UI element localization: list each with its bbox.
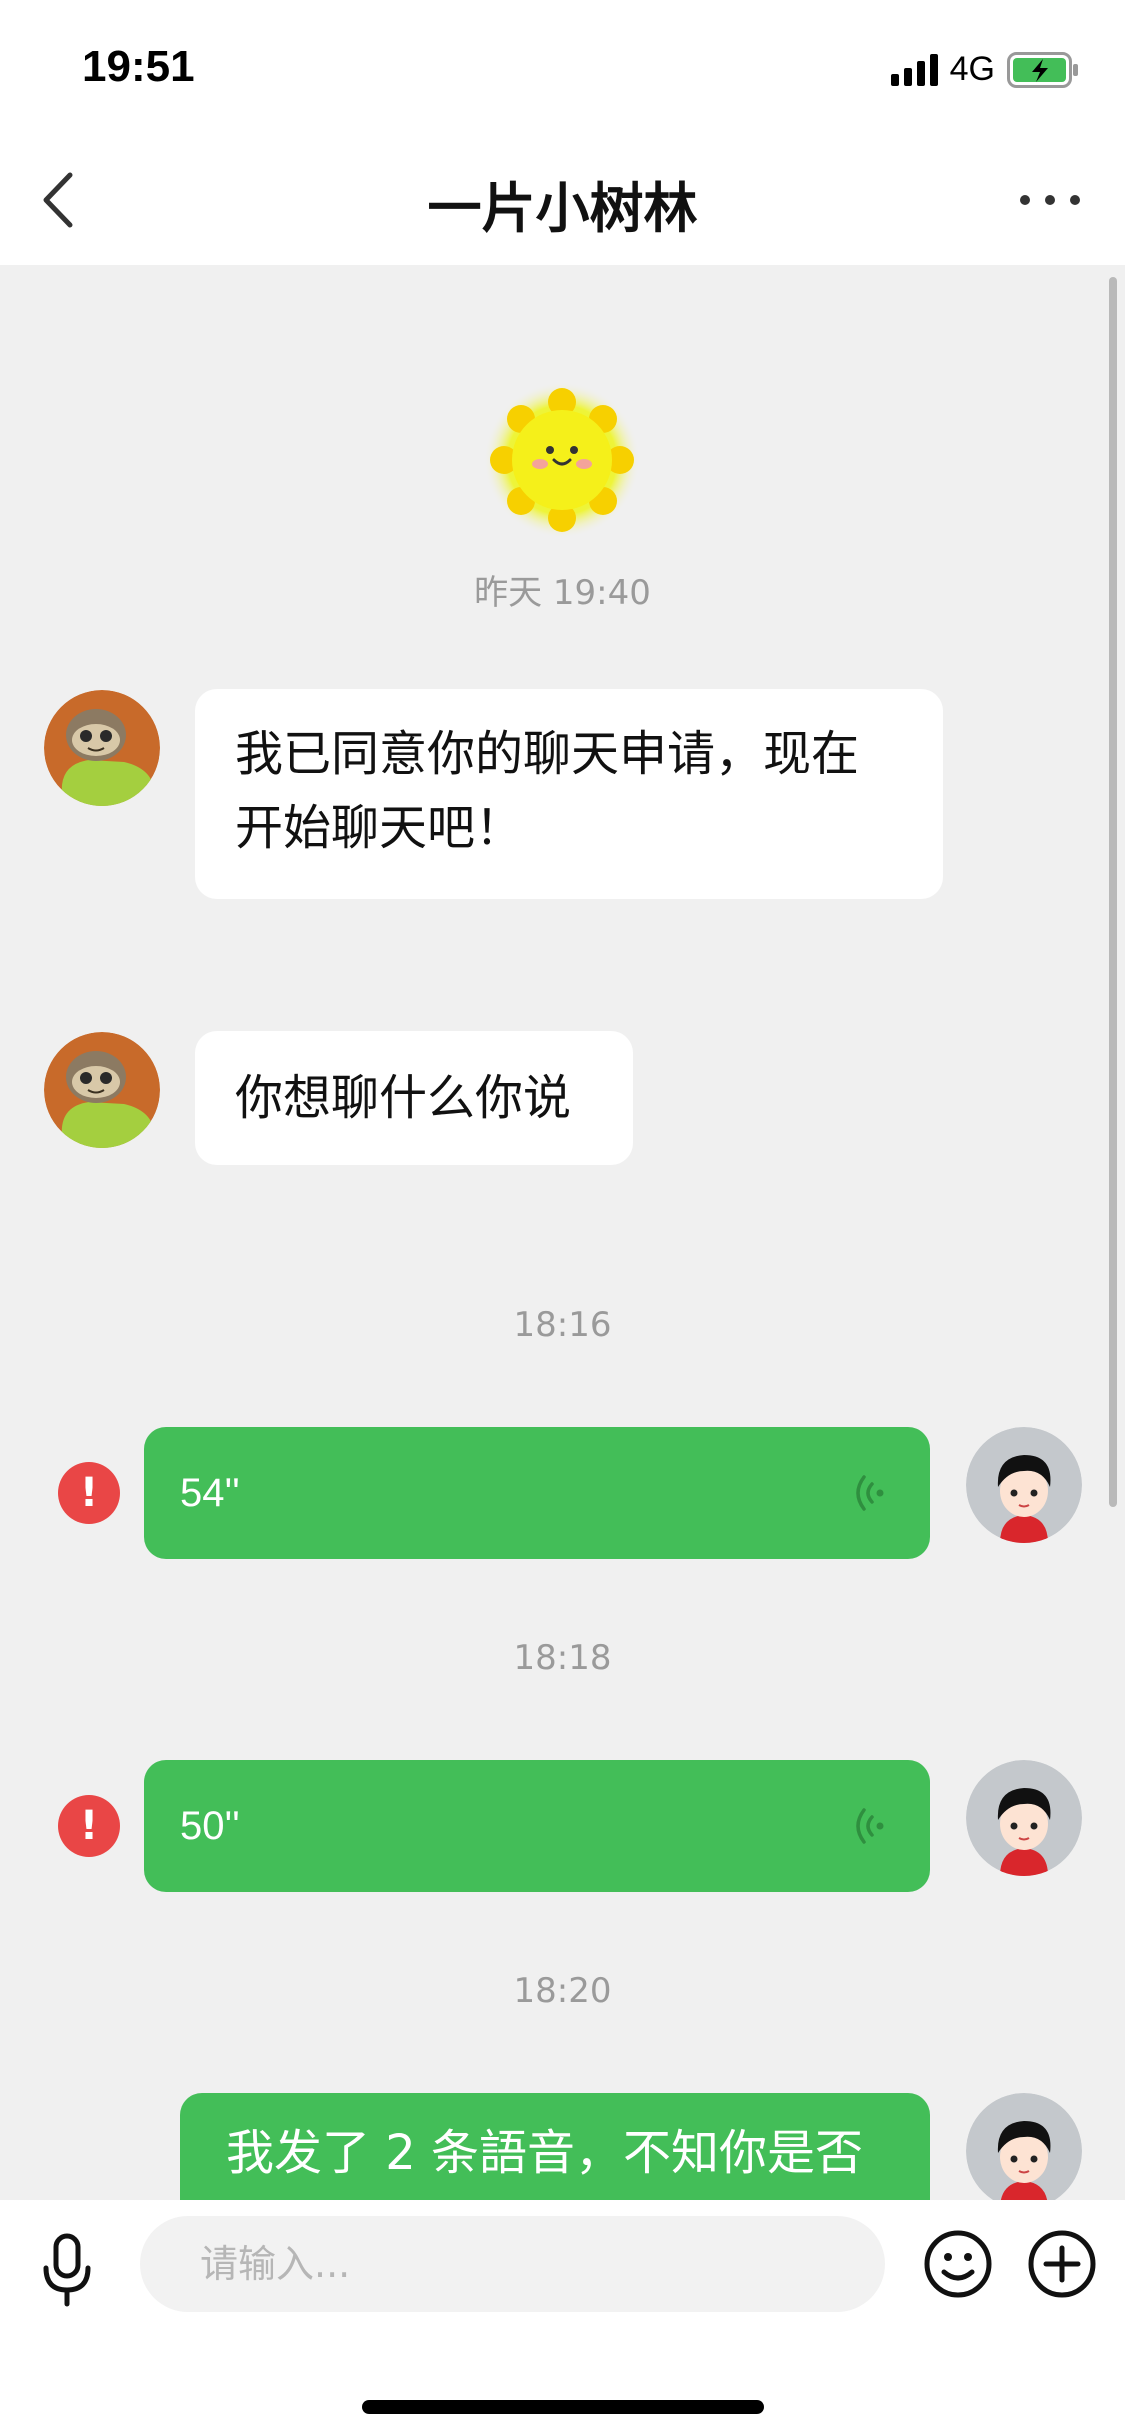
plus-circle-icon[interactable] [1026, 2228, 1098, 2300]
home-indicator[interactable] [362, 2400, 764, 2414]
send-failed-icon[interactable]: ! [58, 1795, 120, 1857]
message-text-line: 开始聊天吧！ [235, 800, 524, 856]
voice-wave-icon [856, 1808, 884, 1844]
timestamp: 18:16 [513, 1305, 612, 1345]
timestamp: 18:20 [513, 1971, 612, 2011]
message-text-line: 我已同意你的聊天申请，现在 [235, 726, 860, 782]
voice-message-bubble[interactable]: 50'' [144, 1760, 930, 1892]
message-bubble[interactable]: 我已同意你的聊天申请，现在 开始聊天吧！ [195, 689, 943, 899]
my-avatar[interactable] [966, 1760, 1082, 1876]
battery-charging-icon [1007, 51, 1078, 88]
timestamp: 18:18 [513, 1638, 612, 1678]
status-bar: 19:51 4G [0, 0, 1125, 140]
voice-duration: 54'' [180, 1471, 240, 1515]
contact-avatar[interactable] [44, 1032, 160, 1148]
status-time: 19:51 [82, 42, 195, 91]
smiley-icon[interactable] [922, 2228, 994, 2300]
timestamp: 昨天 19:40 [474, 573, 651, 613]
message-text: 你想聊什么你说 [235, 1070, 572, 1126]
network-type: 4G [949, 50, 995, 88]
contact-avatar[interactable] [44, 690, 160, 806]
message-list[interactable]: 昨天 19:40 我已同意你的聊天申请，现在 开始聊天吧！ 你想聊什么你说 18… [0, 265, 1125, 2200]
message-text: 我发了 2 条語音，不知你是否 [226, 2125, 864, 2181]
send-failed-icon[interactable]: ! [58, 1462, 120, 1524]
voice-duration: 50'' [180, 1804, 240, 1848]
my-avatar[interactable] [966, 2093, 1082, 2200]
voice-message-bubble[interactable]: 54'' [144, 1427, 930, 1559]
message-bubble[interactable]: 你想聊什么你说 [195, 1031, 633, 1165]
message-input[interactable] [140, 2216, 885, 2312]
chat-title: 一片小树林 [427, 177, 698, 240]
voice-wave-icon [856, 1475, 884, 1511]
chat-screen: 19:51 4G 一片小树林 昨天 19:40 我已同意你的聊天申请，现在 开始… [0, 0, 1125, 2436]
microphone-icon[interactable] [32, 2230, 102, 2310]
sun-sticker [484, 382, 640, 538]
nav-bar: 一片小树林 [0, 140, 1125, 265]
message-bubble[interactable]: 我发了 2 条語音，不知你是否 [180, 2093, 930, 2200]
status-indicators: 4G [890, 50, 1081, 89]
more-dots-icon[interactable] [1005, 165, 1095, 235]
signal-icon [890, 53, 938, 86]
my-avatar[interactable] [966, 1427, 1082, 1543]
